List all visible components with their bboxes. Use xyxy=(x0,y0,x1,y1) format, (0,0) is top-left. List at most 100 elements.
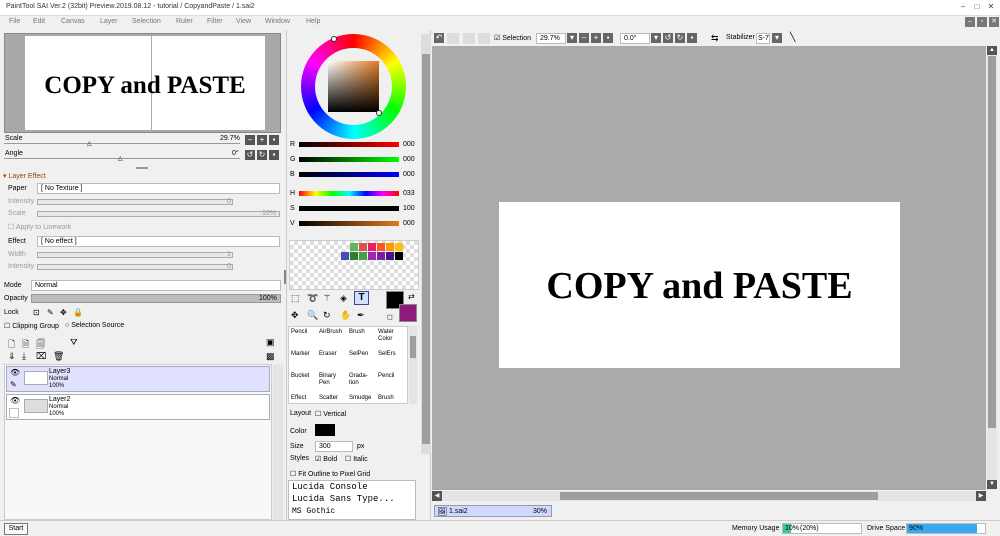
zoom-in-button[interactable]: + xyxy=(257,135,267,145)
merge-down-icon[interactable]: ⤓ xyxy=(22,351,26,362)
text-tool-icon[interactable]: T xyxy=(354,291,369,305)
scale-slider-handle[interactable]: △ xyxy=(87,140,92,147)
mdi-restore-button[interactable]: ▫ xyxy=(977,17,987,27)
tool-eraser[interactable]: Eraser xyxy=(319,351,337,358)
paper-intensity-slider[interactable] xyxy=(37,199,233,205)
canvas-vertical-scrollbar[interactable]: ▲ ▼ xyxy=(987,46,997,490)
tool-selers[interactable]: SelErs xyxy=(378,351,396,358)
rotate-reset-button[interactable]: ▪ xyxy=(687,33,697,43)
zoom-dropdown-button[interactable]: ▾ xyxy=(567,33,577,43)
menu-filter[interactable]: Filter xyxy=(207,18,223,25)
lasso-icon[interactable]: ➰ xyxy=(307,293,318,304)
italic-checkbox[interactable]: ☐ Italic xyxy=(345,455,368,463)
rotate-icon[interactable]: ↻ xyxy=(323,310,331,321)
stabilizer-dropdown-button[interactable]: ▾ xyxy=(772,33,782,43)
zoom-out-button[interactable]: – xyxy=(579,33,589,43)
tool-brush-2[interactable]: Brush xyxy=(378,395,394,402)
text-color-swatch[interactable] xyxy=(315,424,335,436)
angle-slider-handle[interactable]: △ xyxy=(118,155,123,162)
scroll-left-button[interactable]: ◀ xyxy=(432,491,442,501)
size-input[interactable]: 300 xyxy=(315,441,353,452)
minimize-button[interactable]: – xyxy=(958,2,968,12)
close-button[interactable]: ✕ xyxy=(986,2,996,12)
saturation-value-square[interactable] xyxy=(328,61,379,112)
deselect-button[interactable] xyxy=(463,33,475,44)
blend-mode-select[interactable]: Normal xyxy=(31,280,281,291)
layer-item[interactable]: 👁 Layer2 Normal 100% xyxy=(6,394,270,420)
move-icon[interactable]: ✥ xyxy=(291,310,299,321)
vertical-checkbox[interactable]: ☐ Vertical xyxy=(315,410,346,418)
scroll-down-button[interactable]: ▼ xyxy=(987,480,997,489)
delete-layer-icon[interactable]: 🗑 xyxy=(53,351,64,362)
splitter-grip[interactable] xyxy=(136,167,148,169)
selection-source-radio[interactable]: ○ Selection Source xyxy=(65,322,124,329)
layer-mask-icon[interactable]: ⛛ xyxy=(70,337,78,348)
tool-binary-pen[interactable]: Binary Pen xyxy=(319,373,341,387)
bold-checkbox[interactable]: ☑ Bold xyxy=(315,455,337,463)
font-item[interactable]: Lucida Sans Type... xyxy=(292,494,395,504)
straight-line-icon[interactable]: ╲ xyxy=(790,32,795,43)
opacity-slider[interactable] xyxy=(31,294,281,303)
redo-button[interactable] xyxy=(447,33,459,44)
font-item[interactable]: Lucida Console xyxy=(292,482,368,492)
rotate-reset-button[interactable]: ▪ xyxy=(269,150,279,160)
color-wheel[interactable] xyxy=(301,34,406,139)
tool-smudge[interactable]: Smudge xyxy=(349,395,371,402)
visibility-eye-icon[interactable]: 👁 xyxy=(10,368,20,377)
tool-brush[interactable]: Brush xyxy=(349,329,365,336)
canvas-viewport[interactable]: COPY and PASTE xyxy=(432,46,986,490)
menu-window[interactable]: Window xyxy=(265,18,290,25)
middle-panel-scrollbar[interactable] xyxy=(421,34,431,454)
invert-selection-button[interactable] xyxy=(478,33,490,44)
canvas-horizontal-scroll-thumb[interactable] xyxy=(560,492,878,500)
zoom-in-button[interactable]: + xyxy=(591,33,601,43)
tool-grid-scrollbar[interactable] xyxy=(409,326,417,404)
panel-menu-icon[interactable]: ▣ xyxy=(266,337,275,348)
h-slider[interactable] xyxy=(299,191,399,196)
maximize-button[interactable]: □ xyxy=(972,2,982,12)
layer-list-scrollbar[interactable] xyxy=(273,364,283,520)
undo-button[interactable]: ↶ xyxy=(434,33,444,43)
selection-toggle[interactable]: ☑ Selection xyxy=(494,34,531,42)
middle-panel-scroll-thumb[interactable] xyxy=(422,54,430,444)
tool-effect[interactable]: Effect xyxy=(291,395,306,402)
font-item[interactable]: MS Gothic xyxy=(292,507,335,516)
menu-layer[interactable]: Layer xyxy=(100,18,118,25)
lock-transparency-icon[interactable]: ⊡ xyxy=(33,308,40,317)
menu-view[interactable]: View xyxy=(236,18,251,25)
apply-linework-checkbox[interactable]: ☐ Apply to Linework xyxy=(8,223,71,231)
rotate-right-button[interactable]: ↻ xyxy=(257,150,267,160)
swap-colors-icon[interactable]: ⇄ xyxy=(408,292,415,301)
layer-effect-header[interactable]: ▾ Layer Effect xyxy=(3,172,46,180)
lock-all-icon[interactable]: 🔒 xyxy=(73,308,83,317)
start-button[interactable]: Start xyxy=(4,523,28,535)
s-slider[interactable] xyxy=(299,206,399,211)
mdi-minimize-button[interactable]: – xyxy=(965,17,975,27)
tool-scatter[interactable]: Scatter xyxy=(319,395,338,402)
zoom-out-button[interactable]: – xyxy=(245,135,255,145)
lock-paint-icon[interactable]: ✎ xyxy=(47,308,54,317)
effect-width-slider[interactable] xyxy=(37,252,233,258)
swatch-palette[interactable] xyxy=(289,240,419,290)
menu-edit[interactable]: Edit xyxy=(33,18,45,25)
eraser-select-icon[interactable]: ◈ xyxy=(340,293,347,304)
layer-item[interactable]: 👁 ✎ Layer3 Normal 100% xyxy=(6,366,270,392)
navigator-preview[interactable]: COPY and PASTE xyxy=(4,33,281,133)
flip-icon[interactable]: ⇆ xyxy=(711,33,719,44)
menu-selection[interactable]: Selection xyxy=(132,18,161,25)
paper-select[interactable]: [ No Texture ] xyxy=(37,183,280,194)
tool-selpen[interactable]: SelPen xyxy=(349,351,368,358)
menu-ruler[interactable]: Ruler xyxy=(176,18,193,25)
zoom-reset-button[interactable]: ▪ xyxy=(603,33,613,43)
rotate-left-button[interactable]: ↺ xyxy=(245,150,255,160)
g-slider[interactable] xyxy=(299,157,399,162)
scroll-up-button[interactable]: ▲ xyxy=(987,46,997,55)
layer-settings-icon[interactable]: ▩ xyxy=(266,351,275,362)
scale-slider[interactable] xyxy=(4,143,240,144)
tool-airbrush[interactable]: AirBrush xyxy=(319,329,342,336)
transparent-color-icon[interactable]: ◻ xyxy=(387,313,393,321)
menu-file[interactable]: File xyxy=(9,18,20,25)
lock-move-icon[interactable]: ✥ xyxy=(60,308,67,317)
magic-wand-icon[interactable]: ⚚ xyxy=(323,293,331,304)
mdi-close-button[interactable]: ✕ xyxy=(989,17,999,27)
